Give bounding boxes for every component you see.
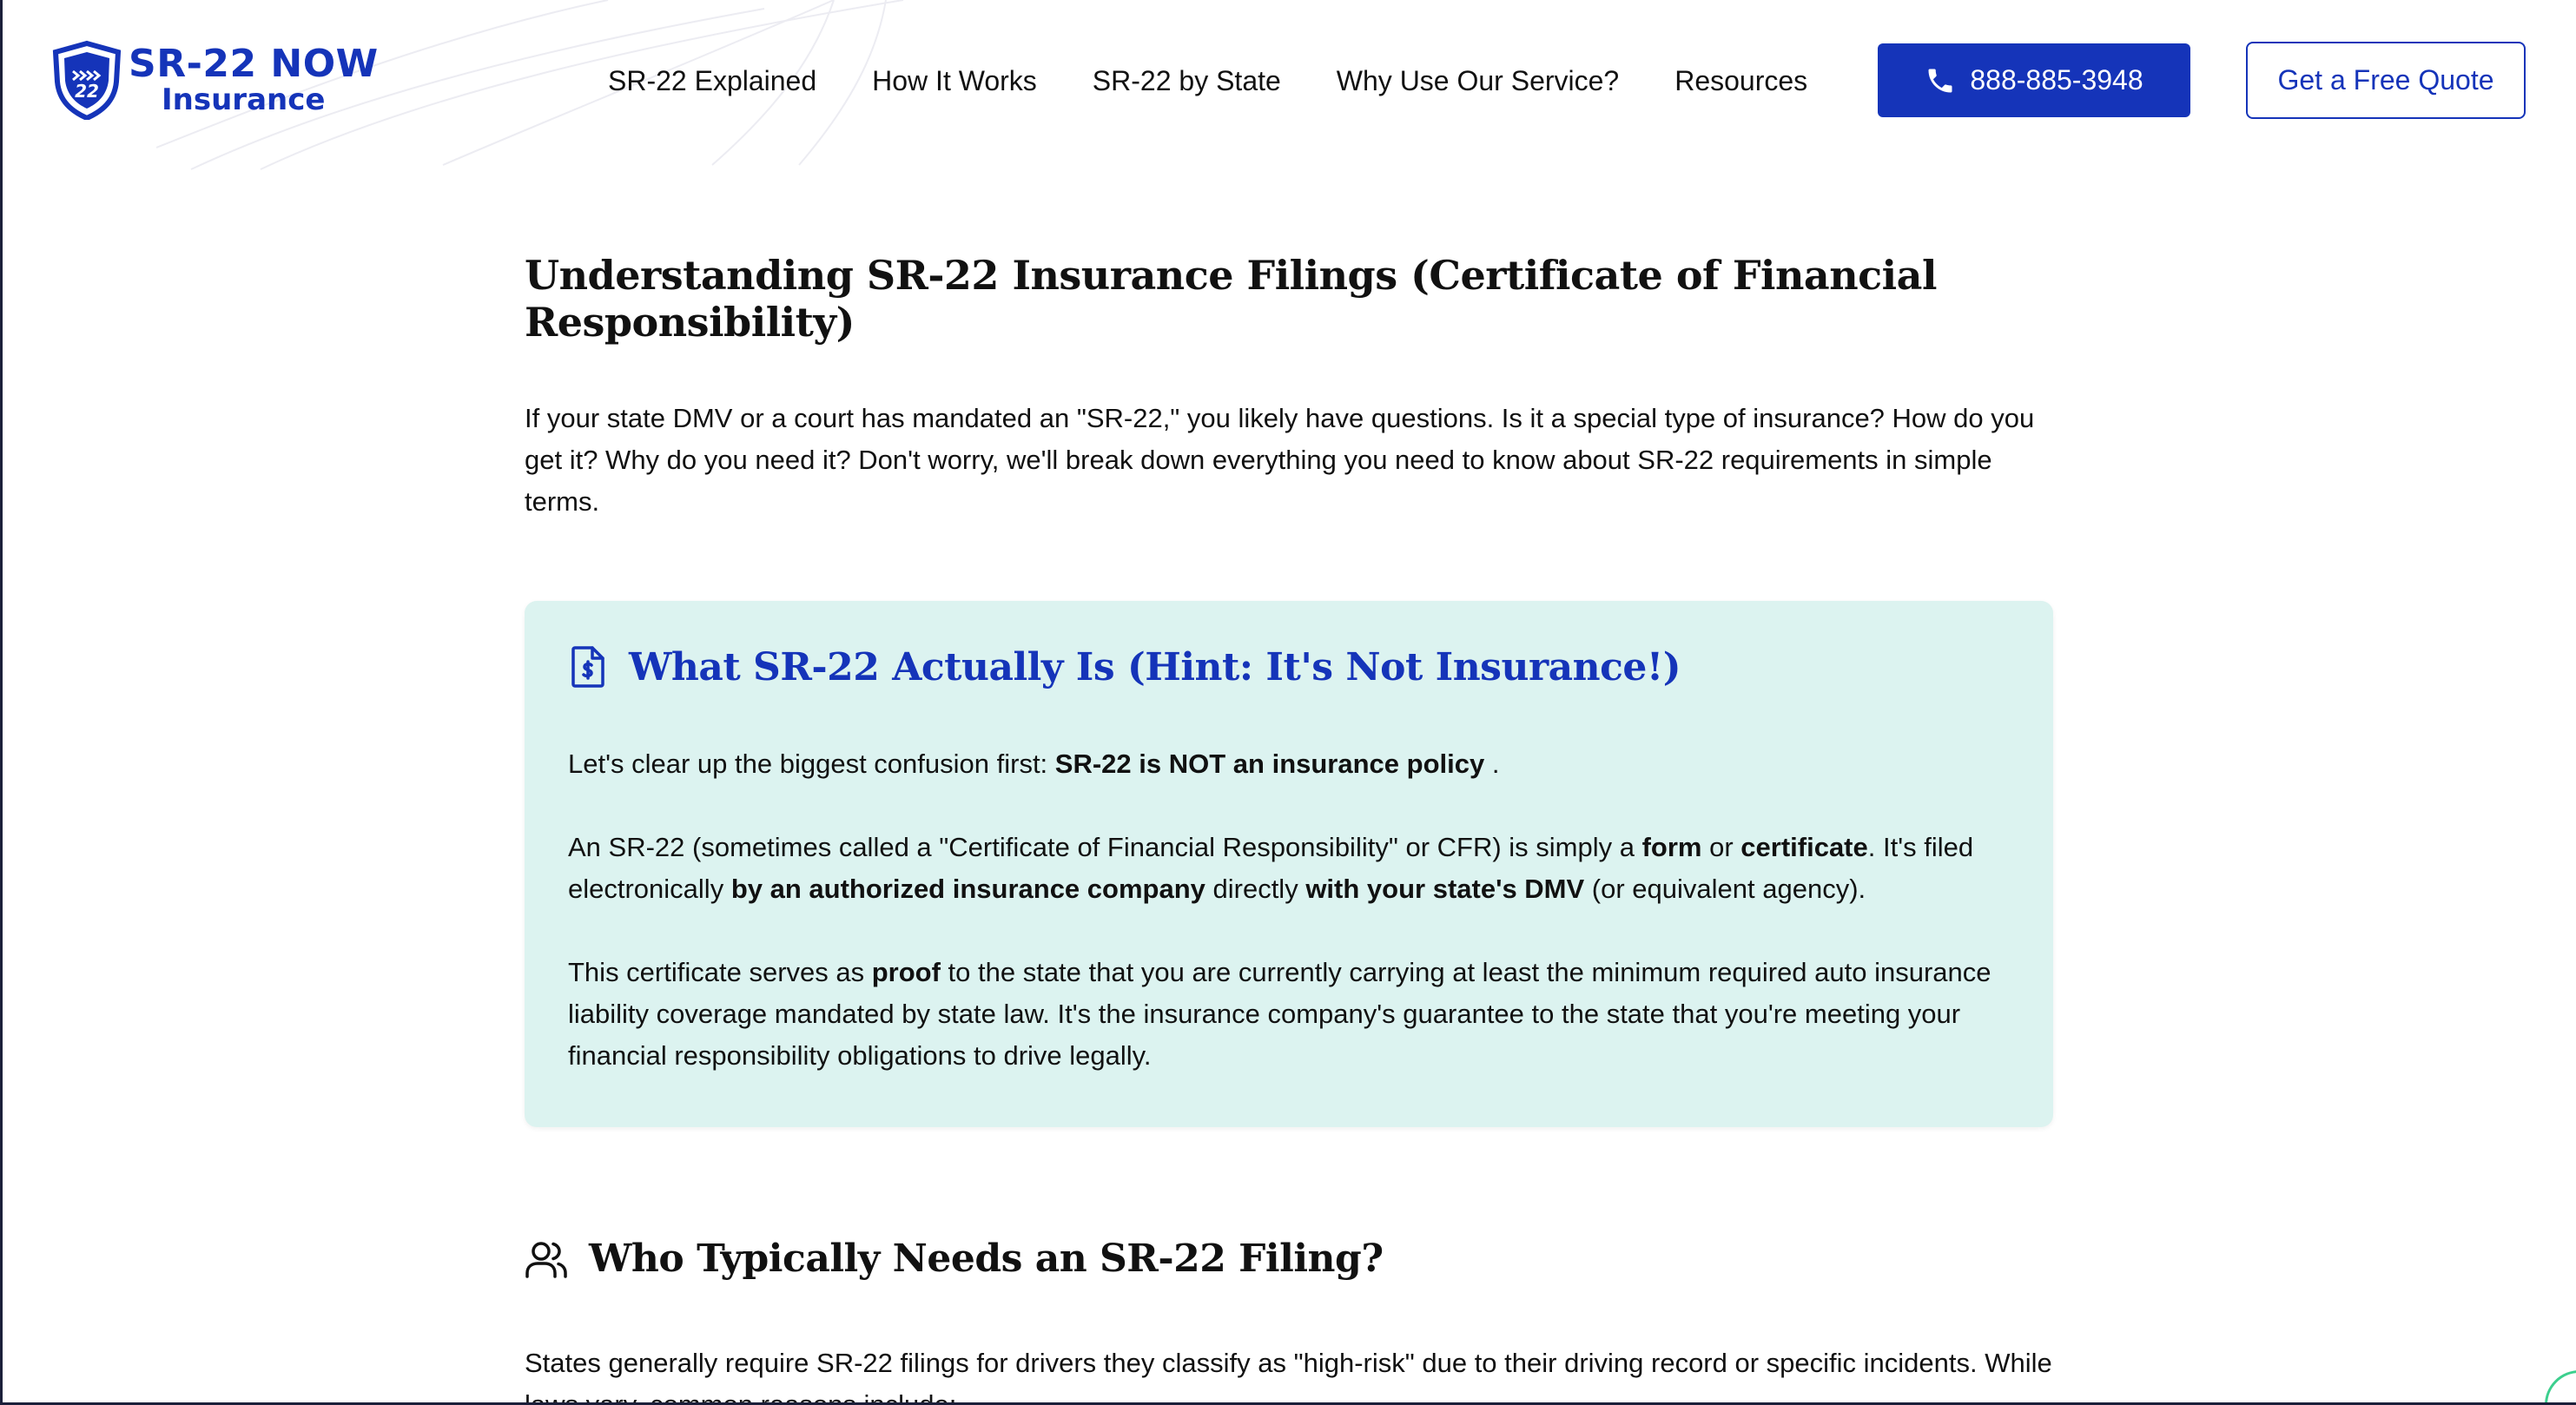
main-nav: SR-22 Explained How It Works SR-22 by St… — [608, 42, 1807, 120]
site-header: 22 SR-22 NOW Insurance SR-22 Explained H… — [0, 0, 2576, 170]
shield-logo-icon: 22 — [52, 40, 122, 120]
chat-widget-button[interactable] — [2545, 1370, 2576, 1405]
bold-text: SR-22 is NOT an insurance policy — [1054, 749, 1485, 779]
logo-badge: 22 — [75, 81, 99, 102]
nav-item-resources[interactable]: Resources — [1674, 65, 1807, 97]
card-paragraph-3: This certificate serves as proof to the … — [568, 952, 2010, 1077]
text-run: . — [1484, 749, 1500, 779]
card-paragraph-1: Let's clear up the biggest confusion fir… — [568, 743, 2010, 785]
card-title: What SR-22 Actually Is (Hint: It's Not I… — [629, 644, 1681, 689]
bold-text: form — [1641, 832, 1702, 862]
main-content: Understanding SR-22 Insurance Filings (C… — [525, 252, 2053, 523]
bold-text: certificate — [1740, 832, 1868, 862]
phone-icon — [1928, 69, 1952, 92]
intro-paragraph: If your state DMV or a court has mandate… — [525, 403, 2035, 517]
section-title: Who Typically Needs an SR-22 Filing? — [589, 1237, 1384, 1281]
page-title: Understanding SR-22 Insurance Filings (C… — [525, 252, 1937, 346]
nav-item-why-use-our-service[interactable]: Why Use Our Service? — [1337, 65, 1619, 97]
logo-main-text: SR-22 NOW — [129, 42, 379, 86]
who-needs-sr22-heading: Who Typically Needs an SR-22 Filing? — [525, 1237, 1384, 1281]
bold-text: with your state's DMV — [1305, 874, 1585, 904]
users-icon — [525, 1241, 567, 1278]
bold-text: proof — [871, 957, 941, 987]
text-run: directly — [1205, 874, 1306, 904]
text-run: or — [1701, 832, 1741, 862]
nav-item-sr22-explained[interactable]: SR-22 Explained — [608, 65, 816, 97]
nav-item-sr22-by-state[interactable]: SR-22 by State — [1093, 65, 1281, 97]
card-paragraph-2: An SR-22 (sometimes called a "Certificat… — [568, 827, 2010, 910]
document-dollar-icon — [571, 646, 604, 688]
text-run: An SR-22 (sometimes called a "Certificat… — [568, 832, 1642, 862]
get-free-quote-button[interactable]: Get a Free Quote — [2246, 42, 2526, 119]
text-run: This certificate serves as — [568, 957, 872, 987]
bold-text: by an authorized insurance company — [730, 874, 1205, 904]
text-run: (or equivalent agency). — [1584, 874, 1866, 904]
what-sr22-is-card: What SR-22 Actually Is (Hint: It's Not I… — [525, 601, 2053, 1127]
phone-number: 888-885-3948 — [1970, 64, 2143, 96]
window-edge — [0, 0, 3, 1405]
site-logo[interactable]: 22 SR-22 NOW Insurance — [50, 40, 379, 120]
call-phone-button[interactable]: 888-885-3948 — [1878, 43, 2190, 117]
nav-item-how-it-works[interactable]: How It Works — [872, 65, 1037, 97]
logo-sub-text: Insurance — [162, 82, 326, 117]
text-run: Let's clear up the biggest confusion fir… — [568, 749, 1055, 779]
who-needs-paragraph: States generally require SR-22 filings f… — [525, 1348, 2052, 1405]
